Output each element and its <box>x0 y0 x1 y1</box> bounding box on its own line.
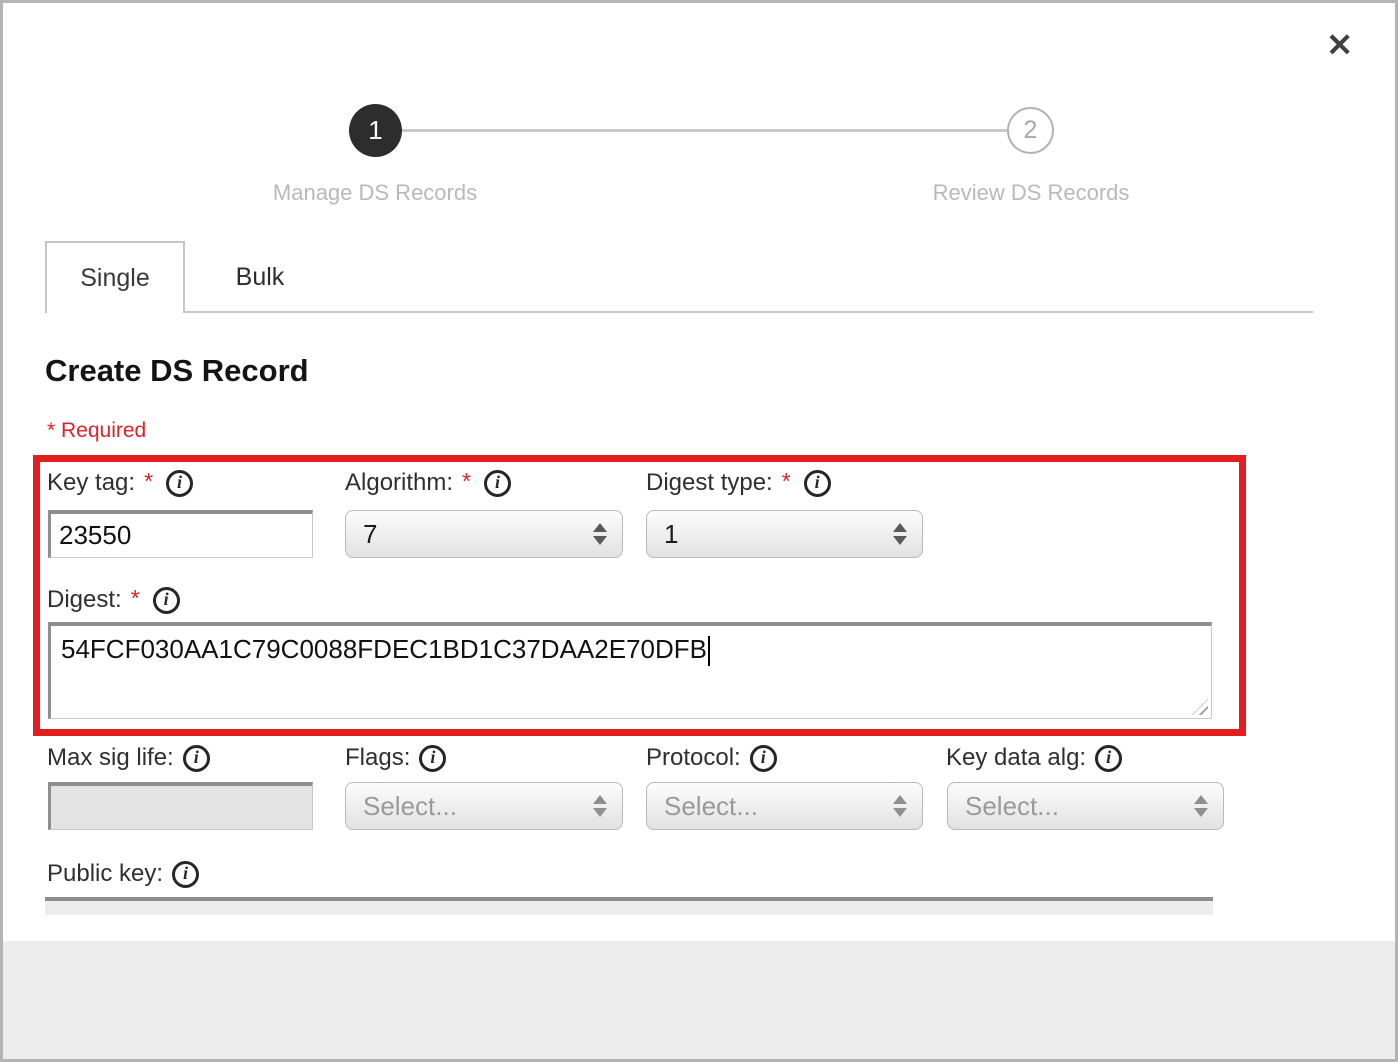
flags-select[interactable]: Select... <box>345 782 623 830</box>
tab-single[interactable]: Single <box>45 241 185 313</box>
text-caret <box>708 636 710 666</box>
step-2-label: Review DS Records <box>866 180 1196 206</box>
public-key-label-text: Public key: <box>47 860 163 888</box>
key-data-alg-label: Key data alg: i <box>946 744 1122 772</box>
required-asterisk: * <box>131 585 140 612</box>
algorithm-select[interactable]: 7 <box>345 510 623 558</box>
info-icon[interactable]: i <box>419 745 446 772</box>
protocol-label: Protocol: i <box>646 744 777 772</box>
required-note: * Required <box>47 419 146 443</box>
algorithm-label-text: Algorithm: <box>345 469 453 497</box>
digest-type-select-value: 1 <box>664 519 678 550</box>
dialog-footer: Cancel Back Next <box>3 941 1395 1062</box>
algorithm-label: Algorithm: * i <box>345 469 511 497</box>
algorithm-select-value: 7 <box>363 519 377 550</box>
digest-type-label: Digest type: * i <box>646 469 831 497</box>
info-icon[interactable]: i <box>166 470 193 497</box>
flags-label: Flags: i <box>345 744 446 772</box>
info-icon[interactable]: i <box>484 470 511 497</box>
flags-label-text: Flags: <box>345 744 410 772</box>
digest-type-label-text: Digest type: <box>646 469 773 497</box>
protocol-select[interactable]: Select... <box>646 782 923 830</box>
info-icon[interactable]: i <box>172 861 199 888</box>
step-2-number: 2 <box>1024 116 1038 145</box>
select-arrows-icon <box>893 523 907 545</box>
public-key-textarea[interactable] <box>45 897 1213 915</box>
required-asterisk: * <box>144 468 153 495</box>
create-ds-record-dialog: ✕ 1 2 Manage DS Records Review DS Record… <box>0 0 1398 1062</box>
digest-label: Digest: * i <box>47 586 180 614</box>
max-sig-life-input[interactable] <box>48 782 313 830</box>
max-sig-life-label-text: Max sig life: <box>47 744 174 772</box>
step-1-number: 1 <box>368 115 382 146</box>
key-tag-input[interactable] <box>48 510 313 558</box>
stepper-connector <box>375 129 1031 132</box>
public-key-label: Public key: i <box>47 860 199 888</box>
tab-bulk-label: Bulk <box>236 263 285 292</box>
close-icon[interactable]: ✕ <box>1326 29 1353 61</box>
digest-textarea[interactable]: 54FCF030AA1C79C0088FDEC1BD1C37DAA2E70DFB <box>48 622 1212 719</box>
step-2-circle: 2 <box>1007 107 1054 154</box>
protocol-label-text: Protocol: <box>646 744 741 772</box>
info-icon[interactable]: i <box>153 587 180 614</box>
resize-handle-icon[interactable] <box>1192 699 1208 715</box>
tab-single-label: Single <box>80 264 150 293</box>
digest-type-select[interactable]: 1 <box>646 510 923 558</box>
info-icon[interactable]: i <box>750 745 777 772</box>
info-icon[interactable]: i <box>183 745 210 772</box>
select-arrows-icon <box>893 795 907 817</box>
key-tag-label: Key tag: * i <box>47 469 193 497</box>
digest-value: 54FCF030AA1C79C0088FDEC1BD1C37DAA2E70DFB <box>61 634 707 664</box>
select-arrows-icon <box>593 523 607 545</box>
info-icon[interactable]: i <box>1095 745 1122 772</box>
select-arrows-icon <box>593 795 607 817</box>
key-tag-label-text: Key tag: <box>47 469 135 497</box>
step-1-circle: 1 <box>349 104 402 157</box>
info-icon[interactable]: i <box>804 470 831 497</box>
tab-divider <box>185 311 1313 313</box>
required-asterisk: * <box>462 468 471 495</box>
max-sig-life-label: Max sig life: i <box>47 744 210 772</box>
key-data-alg-select[interactable]: Select... <box>947 782 1224 830</box>
tab-bulk[interactable]: Bulk <box>185 241 335 313</box>
page-title: Create DS Record <box>45 353 309 389</box>
digest-label-text: Digest: <box>47 586 122 614</box>
key-data-alg-select-value: Select... <box>965 791 1059 822</box>
step-1-label: Manage DS Records <box>210 180 540 206</box>
select-arrows-icon <box>1194 795 1208 817</box>
required-asterisk: * <box>782 468 791 495</box>
protocol-select-value: Select... <box>664 791 758 822</box>
key-data-alg-label-text: Key data alg: <box>946 744 1086 772</box>
flags-select-value: Select... <box>363 791 457 822</box>
